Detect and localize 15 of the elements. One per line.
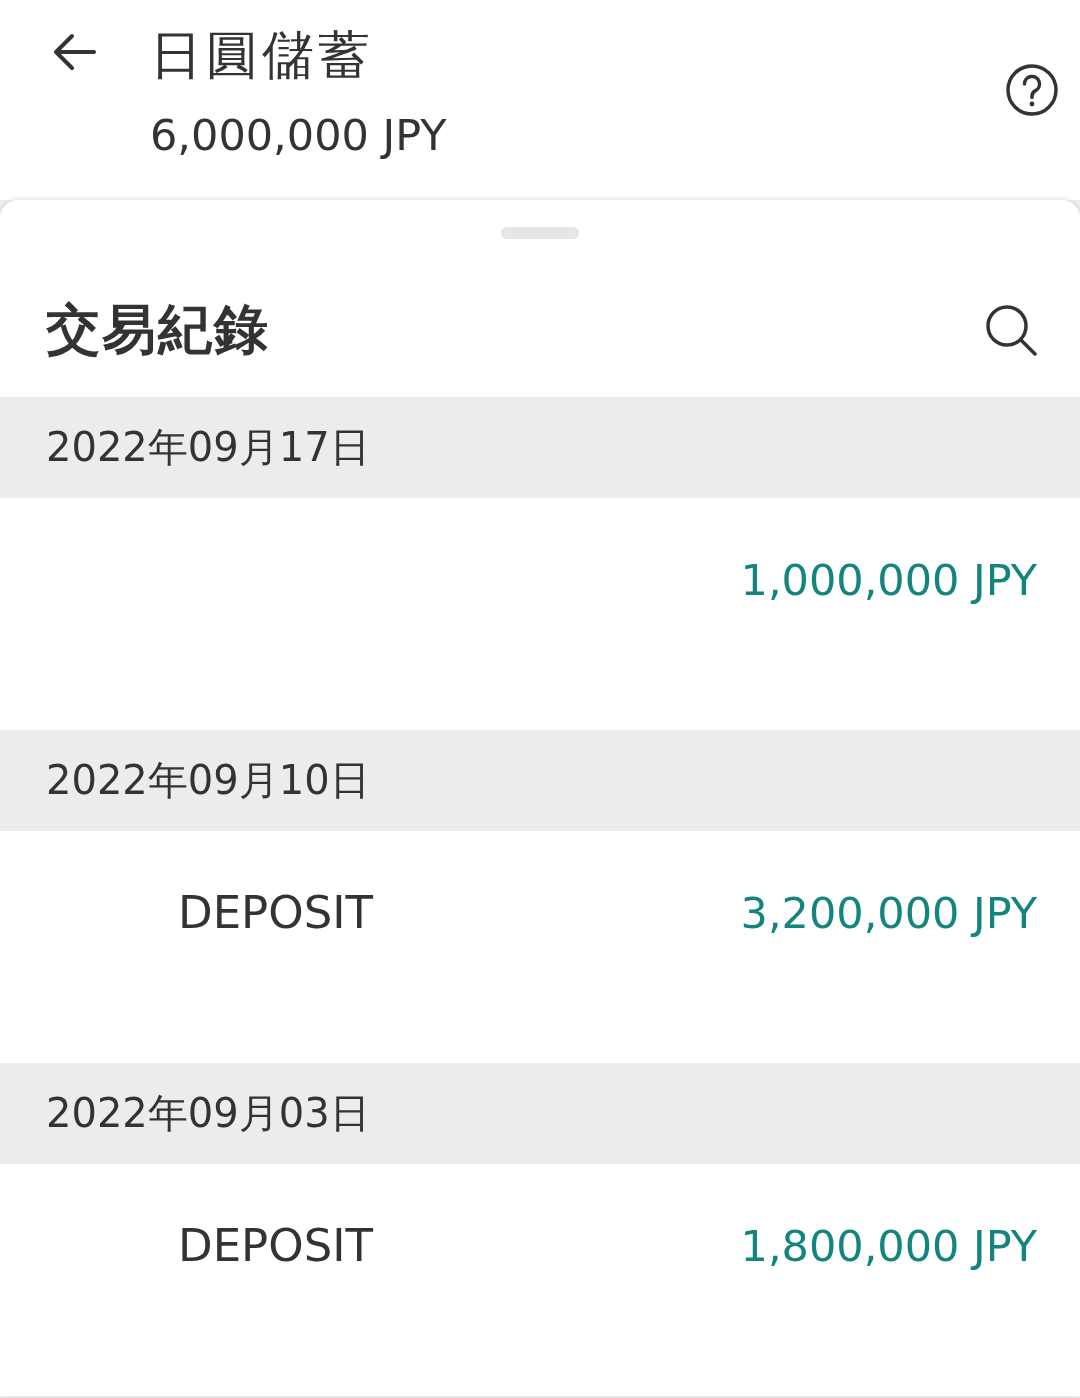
balance-amount: 6,000,000 JPY <box>150 109 447 162</box>
screen-title: 日圓儲蓄 <box>150 24 374 86</box>
help-icon[interactable] <box>1006 64 1058 116</box>
section-title: 交易紀錄 <box>46 296 270 363</box>
drag-handle[interactable] <box>501 227 579 239</box>
date-header: 2022年09月17日 <box>0 397 1080 498</box>
transaction-amount: 1,000,000 JPY <box>740 554 1037 607</box>
transaction-amount: 3,200,000 JPY <box>740 887 1037 940</box>
date-header: 2022年09月03日 <box>0 1063 1080 1164</box>
date-header: 2022年09月10日 <box>0 730 1080 831</box>
transaction-type: DEPOSIT <box>178 886 373 940</box>
transaction-type: DEPOSIT <box>178 1219 373 1273</box>
back-arrow-icon[interactable] <box>52 32 96 72</box>
transaction-amount: 1,800,000 JPY <box>740 1220 1037 1273</box>
search-icon[interactable] <box>985 304 1037 356</box>
